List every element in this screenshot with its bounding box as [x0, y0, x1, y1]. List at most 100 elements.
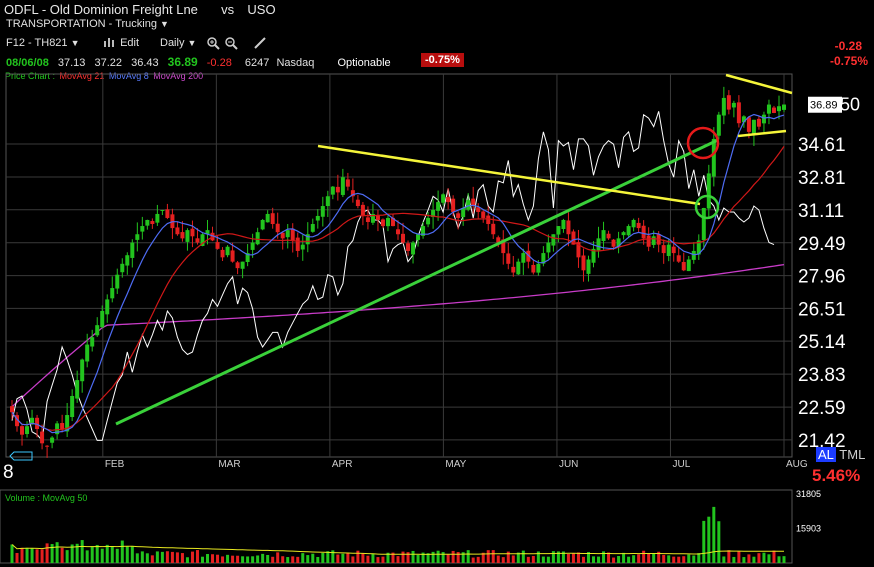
- volume-bar: [632, 555, 636, 563]
- volume-bar: [311, 553, 315, 563]
- volume-layer: [0, 489, 793, 564]
- volume-bar: [316, 556, 320, 563]
- volume-bar: [271, 556, 275, 563]
- candle-body: [100, 310, 105, 328]
- candle-body: [561, 219, 566, 230]
- candle-body: [706, 173, 711, 209]
- candle-body: [686, 259, 691, 272]
- x-tick-label: JUL: [672, 459, 690, 470]
- candle-body: [651, 236, 656, 245]
- candle-body: [275, 223, 280, 233]
- volume-bar: [692, 555, 696, 563]
- candle-body: [676, 255, 681, 262]
- volume-bar: [777, 556, 781, 563]
- volume-bar: [125, 546, 129, 563]
- volume-bar: [135, 553, 139, 563]
- volume-bar: [622, 552, 626, 563]
- candle-body: [551, 234, 556, 246]
- volume-bar: [521, 550, 525, 563]
- candle-body: [345, 179, 350, 187]
- candle-body: [125, 255, 130, 266]
- candle-body: [315, 215, 320, 221]
- volume-bar: [762, 552, 766, 563]
- y-tick-label: 25.14: [798, 332, 846, 353]
- volume-bar: [20, 547, 24, 563]
- volume-bar: [476, 556, 480, 563]
- volume-bar: [702, 520, 706, 563]
- candle-body: [60, 423, 65, 430]
- candle-body: [782, 104, 786, 110]
- volume-bar: [782, 556, 786, 563]
- volume-bar: [306, 555, 310, 563]
- volume-bar: [566, 553, 570, 563]
- y-tick-label: 27.96: [798, 267, 846, 288]
- volume-bar: [185, 557, 189, 563]
- candle-body: [310, 224, 315, 232]
- ma200-line: [11, 263, 785, 408]
- candle-body: [160, 209, 165, 211]
- candle-body: [90, 337, 95, 347]
- candle-body: [596, 238, 601, 251]
- candle-body: [220, 249, 225, 258]
- volume-bar: [697, 553, 701, 563]
- x-tick-label: FEB: [105, 459, 125, 470]
- volume-bar: [155, 551, 159, 563]
- candle-body: [426, 217, 431, 225]
- volume-bar: [722, 556, 726, 563]
- volume-bar: [446, 554, 450, 563]
- volume-bar: [60, 547, 64, 563]
- candle-body: [150, 221, 155, 225]
- volume-bar: [85, 550, 89, 563]
- volume-bar: [652, 553, 656, 563]
- volume-bar: [105, 544, 109, 563]
- candle-body: [285, 230, 290, 238]
- volume-bar: [356, 550, 360, 563]
- volume-bar: [627, 556, 631, 563]
- volume-bar: [677, 556, 681, 563]
- candle-body: [521, 253, 526, 263]
- price-chart[interactable]: 34.61 32.81 31.11 29.49 27.96 26.51 25.14 23.83…: [0, 0, 874, 567]
- candle-body: [416, 234, 421, 240]
- y-tick-label: 31.11: [798, 201, 844, 222]
- candle-body: [35, 417, 40, 430]
- x-tick-label: JUN: [559, 459, 578, 470]
- candle-body: [436, 202, 441, 211]
- y-tick-label: 34.61: [798, 135, 846, 156]
- volume-bar: [732, 556, 736, 563]
- candle-body: [556, 226, 561, 235]
- volume-frame: [0, 489, 793, 564]
- trendline-green: [115, 138, 719, 426]
- volume-bar: [336, 554, 340, 563]
- candle-body: [406, 243, 411, 251]
- volume-bar: [617, 556, 621, 563]
- candle-body: [446, 197, 451, 203]
- candle-body: [601, 230, 606, 242]
- candle-body: [491, 223, 496, 235]
- candle-body: [85, 344, 90, 362]
- candle-body: [606, 233, 611, 239]
- candle-body: [355, 199, 360, 207]
- volume-bar: [180, 553, 184, 563]
- volume-bar: [381, 556, 385, 563]
- volume-bar: [431, 551, 435, 563]
- volume-bar: [401, 551, 405, 563]
- volume-bar: [15, 552, 19, 563]
- candle-body: [776, 106, 781, 112]
- candle-body: [771, 107, 776, 113]
- volume-bar: [491, 550, 495, 563]
- volume-bar: [541, 556, 545, 563]
- left-digit: 8: [3, 462, 14, 483]
- volume-bar: [40, 549, 44, 563]
- volume-bar: [165, 551, 169, 563]
- al-badge[interactable]: AL: [816, 447, 836, 462]
- volume-bar: [647, 553, 651, 563]
- volume-bar: [411, 550, 415, 563]
- volume-bar: [576, 552, 580, 563]
- relative-pct: 5.46%: [812, 466, 861, 485]
- volume-bar: [206, 554, 210, 563]
- volume-bar: [326, 551, 330, 563]
- candle-body: [380, 219, 385, 227]
- volume-bar: [607, 552, 611, 563]
- candle-body: [566, 220, 571, 235]
- volume-bar: [226, 554, 230, 563]
